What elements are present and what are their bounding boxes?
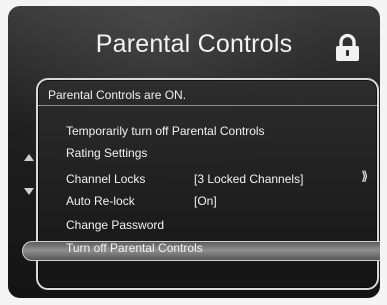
channel-locks-value: [3 Locked Channels]: [194, 172, 304, 186]
divider: [38, 105, 377, 106]
settings-panel: Parental Controls are ON. Temporarily tu…: [22, 78, 380, 290]
menu-item-change-password[interactable]: Change Password: [66, 218, 164, 232]
auto-relock-value: [On]: [194, 194, 217, 208]
parental-controls-screen: Parental Controls Parental Controls are …: [8, 6, 380, 298]
menu-item-turn-off[interactable]: Turn off Parental Controls: [66, 241, 203, 255]
menu-item-rating-settings[interactable]: Rating Settings: [66, 146, 147, 160]
status-text: Parental Controls are ON.: [48, 88, 187, 102]
arrow-up-icon[interactable]: [24, 154, 34, 161]
page-title: Parental Controls: [95, 30, 293, 58]
chevron-right-icon[interactable]: ⟫: [361, 169, 368, 183]
menu-item-channel-locks[interactable]: Channel Locks: [66, 172, 145, 186]
lock-icon: [336, 33, 359, 61]
menu-item-auto-relock[interactable]: Auto Re-lock: [66, 194, 135, 208]
arrow-down-icon[interactable]: [24, 188, 34, 195]
menu-item-temporarily-turn-off[interactable]: Temporarily turn off Parental Controls: [66, 124, 265, 138]
